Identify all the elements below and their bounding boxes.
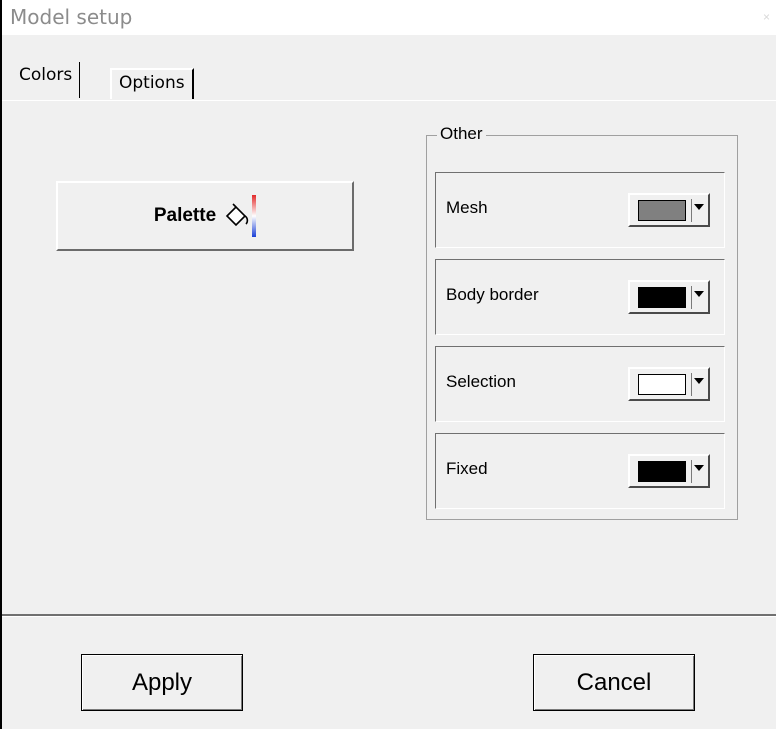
- fixed-label: Fixed: [446, 459, 488, 478]
- chevron-down-icon[interactable]: [694, 465, 704, 471]
- tab-options[interactable]: Options: [110, 68, 194, 99]
- selection-label: Selection: [446, 372, 516, 391]
- chevron-down-icon[interactable]: [694, 291, 704, 297]
- mesh-label: Mesh: [446, 198, 488, 217]
- tab-colors[interactable]: Colors: [12, 62, 81, 98]
- selection-color-row: Selection: [435, 346, 725, 422]
- other-groupbox: Other Mesh Body border Selection Fixed: [426, 124, 738, 520]
- fixed-color-row: Fixed: [435, 433, 725, 509]
- cancel-button[interactable]: Cancel: [533, 654, 695, 711]
- picker-divider: [691, 460, 692, 483]
- footer-separator: [2, 614, 776, 617]
- fixed-color-swatch: [638, 461, 686, 482]
- apply-button[interactable]: Apply: [81, 654, 243, 711]
- body-border-label: Body border: [446, 285, 539, 304]
- model-setup-dialog: Model setup × Colors Options Palette Oth…: [0, 0, 776, 729]
- mesh-color-swatch: [638, 200, 686, 221]
- mesh-color-row: Mesh: [435, 172, 725, 248]
- fixed-color-picker[interactable]: [628, 454, 710, 488]
- close-icon[interactable]: ×: [763, 10, 770, 24]
- selection-color-swatch: [638, 374, 686, 395]
- picker-divider: [691, 286, 692, 309]
- picker-divider: [691, 373, 692, 396]
- selection-color-picker[interactable]: [628, 367, 710, 401]
- body-border-color-picker[interactable]: [628, 280, 710, 314]
- chevron-down-icon[interactable]: [694, 204, 704, 210]
- color-gradient-icon: [252, 195, 257, 237]
- body-border-color-swatch: [638, 287, 686, 308]
- chevron-down-icon[interactable]: [694, 378, 704, 384]
- window-title: Model setup: [10, 5, 133, 29]
- palette-button[interactable]: Palette: [56, 181, 354, 251]
- picker-divider: [691, 199, 692, 222]
- mesh-color-picker[interactable]: [628, 193, 710, 227]
- other-groupbox-title: Other: [437, 124, 486, 144]
- body-border-color-row: Body border: [435, 259, 725, 335]
- palette-button-label: Palette: [153, 205, 217, 226]
- title-bar[interactable]: Model setup ×: [2, 0, 776, 35]
- tab-strip: Colors Options: [2, 62, 776, 101]
- paint-bucket-icon: [226, 203, 249, 227]
